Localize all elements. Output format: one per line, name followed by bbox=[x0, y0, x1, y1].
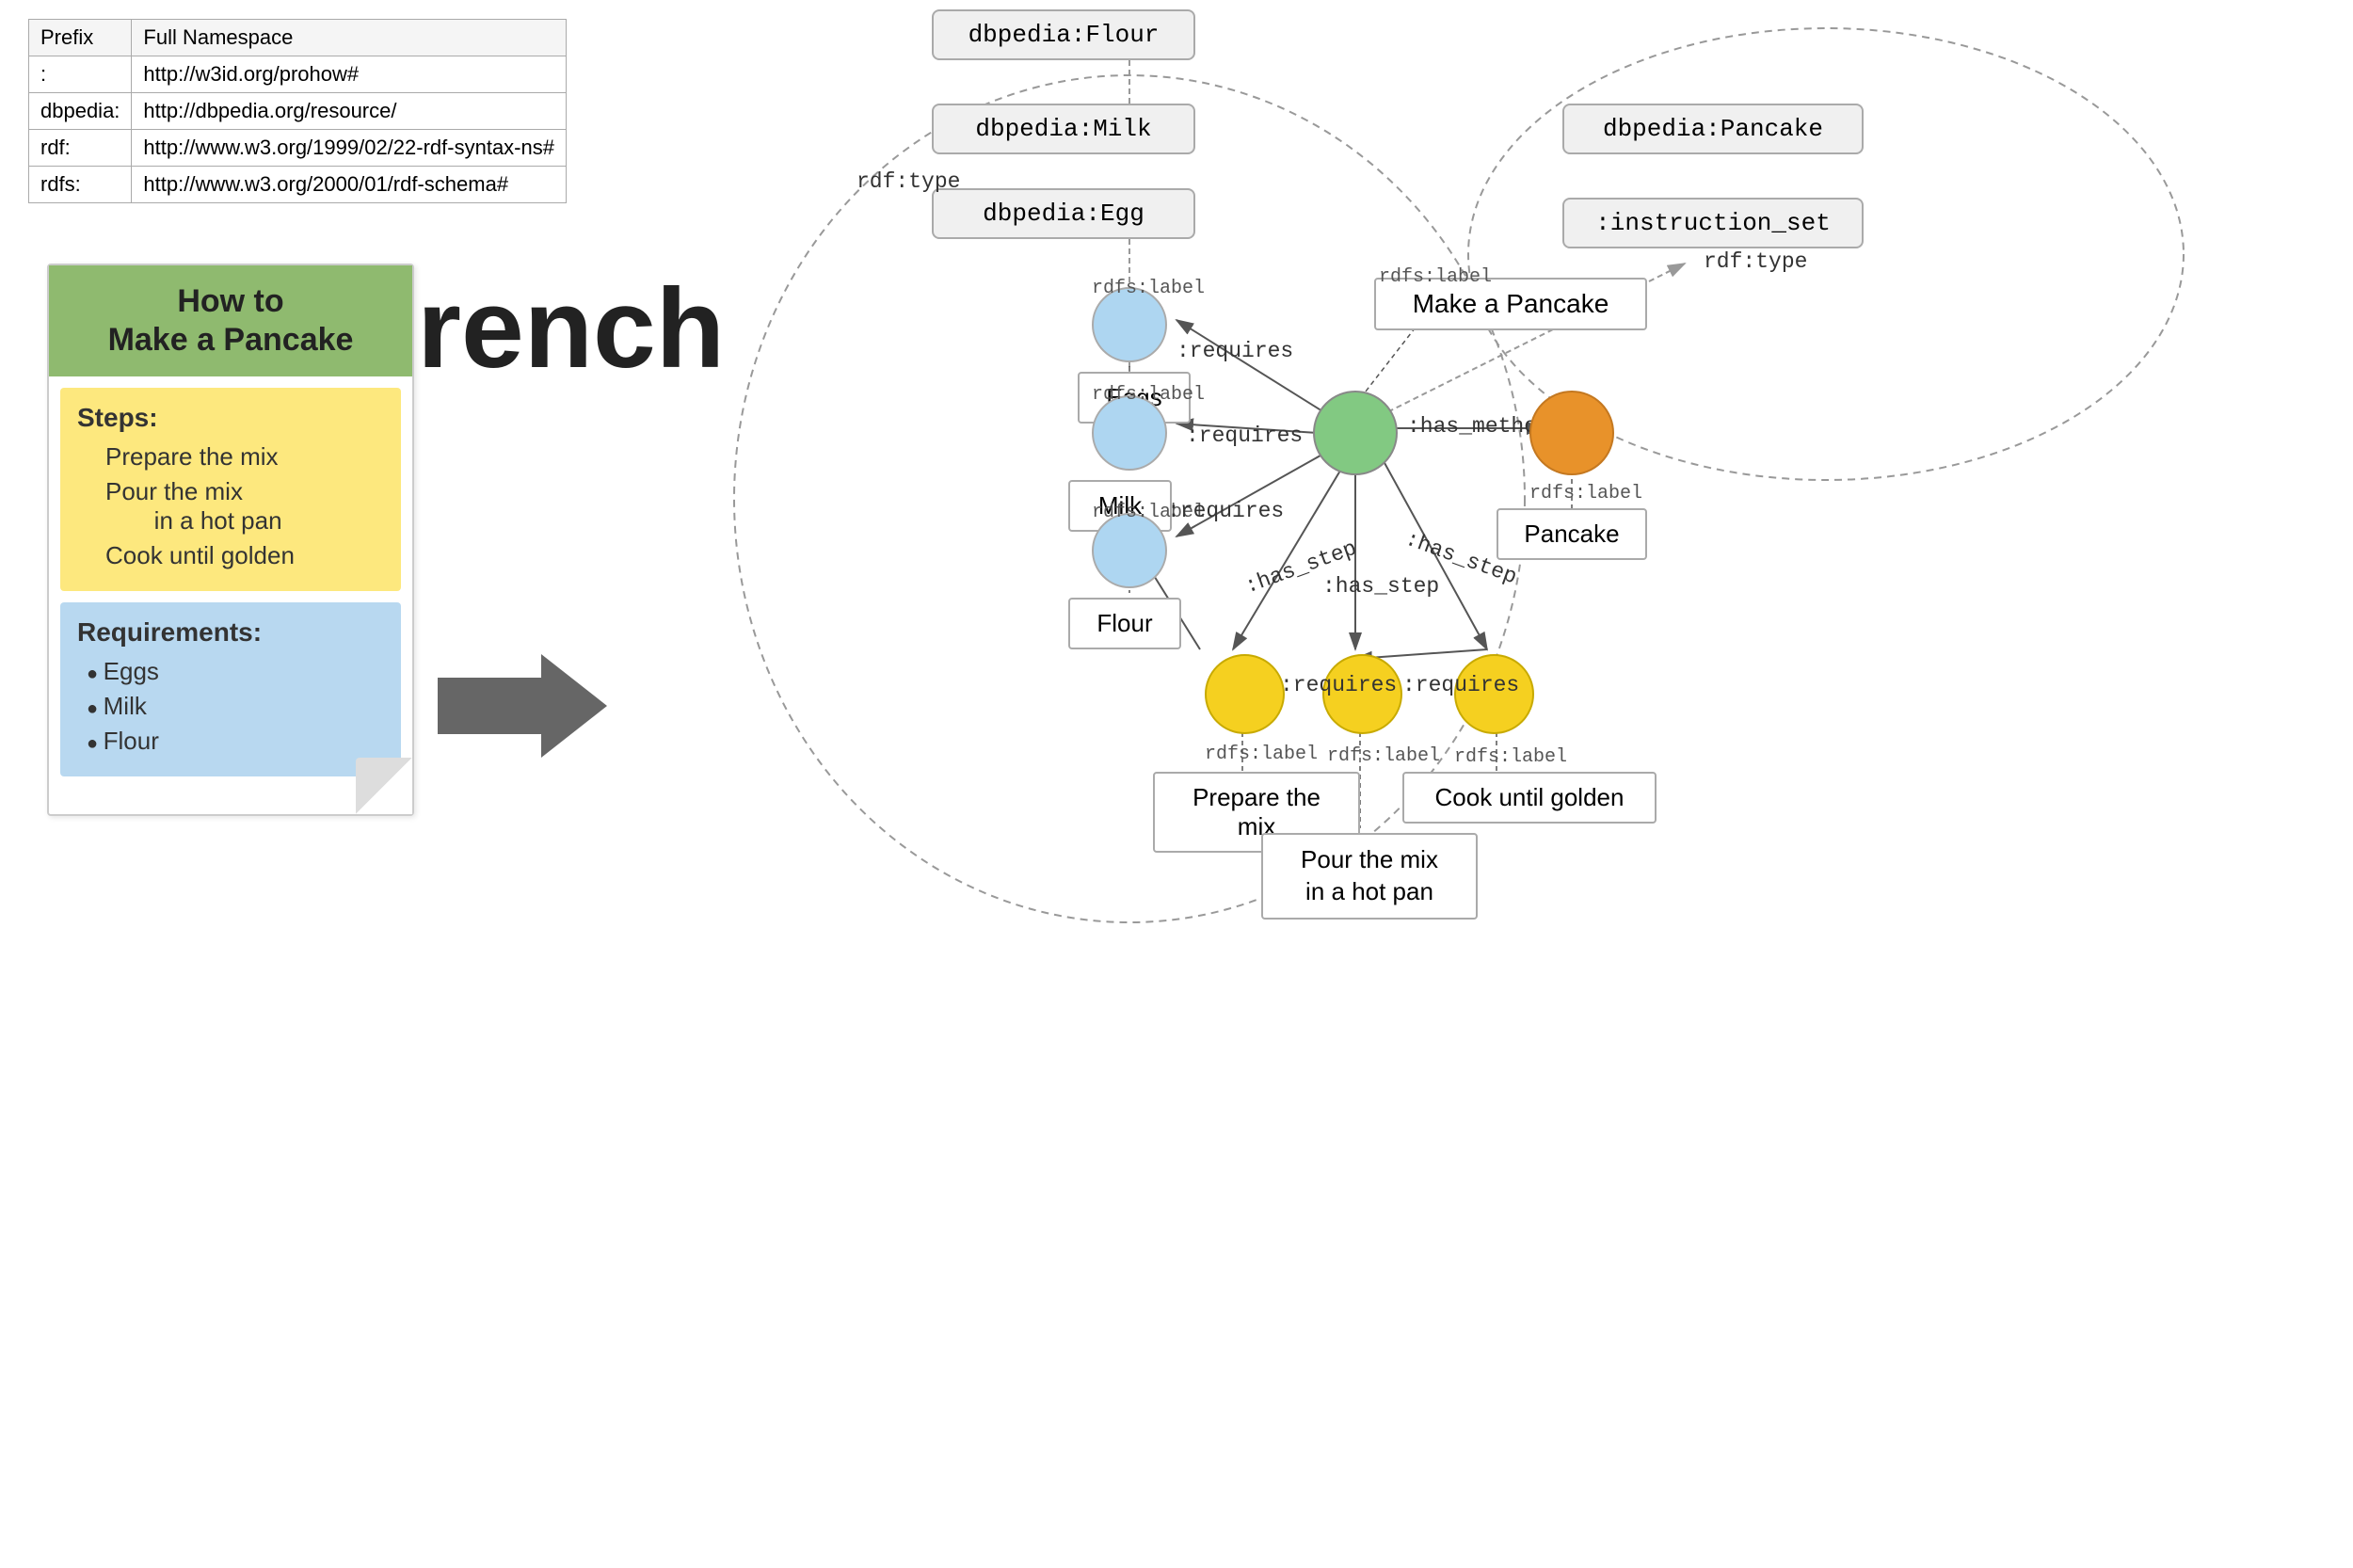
rdf-type-label-left: rdf:type bbox=[856, 169, 960, 194]
node-cook-label: Cook until golden bbox=[1402, 772, 1657, 824]
rdfs-label-pancake: rdfs:label bbox=[1529, 483, 1642, 504]
rdfs-label-milk: rdfs:label bbox=[1092, 384, 1205, 406]
requires-cook-label: :requires bbox=[1402, 673, 1519, 697]
graph-container: dbpedia:Flour dbpedia:Milk dbpedia:Egg d… bbox=[527, 0, 2315, 1568]
table-header-namespace: Full Namespace bbox=[132, 20, 567, 56]
requires-milk-label: :requires bbox=[1186, 424, 1303, 448]
prefix-rdf: rdf: bbox=[29, 130, 132, 167]
recipe-steps-section: Steps: Prepare the mix Pour the mix in a… bbox=[60, 388, 401, 591]
recipe-req-list: Eggs Milk Flour bbox=[77, 657, 384, 756]
node-instruction-set: :instruction_set bbox=[1562, 198, 1864, 248]
circle-pancake-orange bbox=[1529, 391, 1614, 475]
has-method-label: :has_method bbox=[1407, 414, 1550, 439]
recipe-card: How toMake a Pancake Steps: Prepare the … bbox=[47, 264, 414, 816]
node-dbpedia-pancake: dbpedia:Pancake bbox=[1562, 104, 1864, 154]
rdfs-label-make: rdfs:label bbox=[1379, 266, 1492, 288]
rdfs-label-pour: rdfs:label bbox=[1327, 745, 1440, 767]
circle-prepare bbox=[1205, 654, 1285, 734]
recipe-card-title: How toMake a Pancake bbox=[49, 265, 412, 376]
has-step-2-label: :has_step bbox=[1322, 574, 1439, 599]
ns-rdf: http://www.w3.org/1999/02/22-rdf-syntax-… bbox=[132, 130, 567, 167]
recipe-steps-title: Steps: bbox=[77, 403, 384, 433]
requires-prepare-label: :requires bbox=[1280, 673, 1397, 697]
step-1: Prepare the mix bbox=[105, 442, 384, 472]
step-2: Pour the mix in a hot pan bbox=[105, 477, 384, 536]
circle-center-green bbox=[1313, 391, 1398, 475]
ns-dbpedia: http://dbpedia.org/resource/ bbox=[132, 93, 567, 130]
rdfs-label-cook: rdfs:label bbox=[1454, 746, 1567, 768]
requires-flour-label: :requires bbox=[1167, 499, 1284, 523]
req-milk: Milk bbox=[77, 692, 384, 721]
rdf-type-label-right: rdf:type bbox=[1704, 249, 1807, 274]
prefix-rdfs: rdfs: bbox=[29, 167, 132, 203]
recipe-steps-list: Prepare the mix Pour the mix in a hot pa… bbox=[77, 442, 384, 570]
node-pour-label: Pour the mixin a hot pan bbox=[1261, 833, 1478, 920]
prefix-dbpedia: dbpedia: bbox=[29, 93, 132, 130]
prefix-colon: : bbox=[29, 56, 132, 93]
req-flour: Flour bbox=[77, 727, 384, 756]
node-flour-label: Flour bbox=[1068, 598, 1181, 649]
node-dbpedia-egg: dbpedia:Egg bbox=[932, 188, 1195, 239]
circle-milk bbox=[1092, 395, 1167, 471]
rdfs-label-eggs: rdfs:label bbox=[1092, 278, 1205, 299]
ns-prohow: http://w3id.org/prohow# bbox=[132, 56, 567, 93]
rdfs-label-prepare: rdfs:label bbox=[1205, 744, 1318, 765]
recipe-req-title: Requirements: bbox=[77, 617, 384, 648]
node-dbpedia-flour: dbpedia:Flour bbox=[932, 9, 1195, 60]
ns-rdfs: http://www.w3.org/2000/01/rdf-schema# bbox=[132, 167, 567, 203]
circle-flour bbox=[1092, 513, 1167, 588]
table-header-prefix: Prefix bbox=[29, 20, 132, 56]
namespace-table: Prefix Full Namespace : http://w3id.org/… bbox=[28, 19, 567, 203]
req-eggs: Eggs bbox=[77, 657, 384, 686]
recipe-requirements-section: Requirements: Eggs Milk Flour bbox=[60, 602, 401, 776]
node-pancake-label: Pancake bbox=[1497, 508, 1647, 560]
requires-eggs-label: :requires bbox=[1176, 339, 1293, 363]
step-3: Cook until golden bbox=[105, 541, 384, 570]
node-dbpedia-milk: dbpedia:Milk bbox=[932, 104, 1195, 154]
